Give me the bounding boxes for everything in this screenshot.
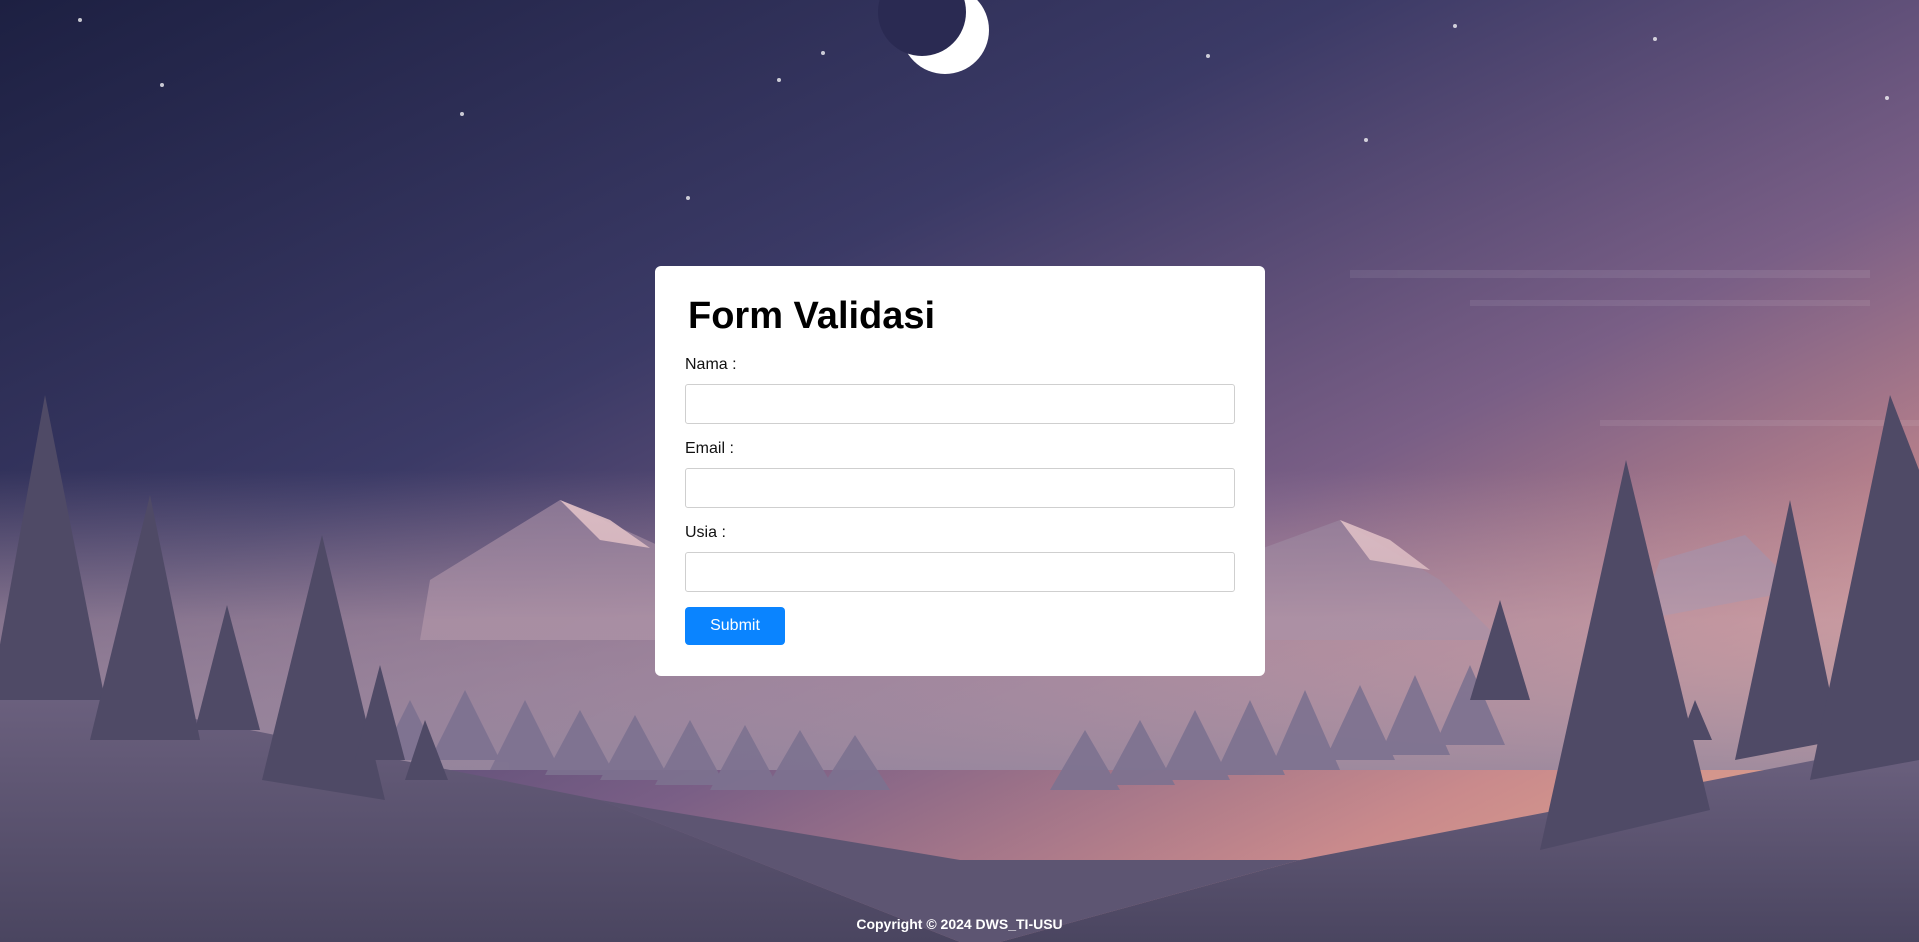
email-label: Email : xyxy=(685,440,734,457)
age-input[interactable] xyxy=(685,552,1235,592)
validation-form-card: Form Validasi Nama : Email : Usia : Subm… xyxy=(655,266,1265,676)
name-input[interactable] xyxy=(685,384,1235,424)
name-label: Nama : xyxy=(685,356,737,373)
email-input[interactable] xyxy=(685,468,1235,508)
footer-copyright: Copyright © 2024 DWS_TI-USU xyxy=(856,916,1063,932)
submit-button[interactable]: Submit xyxy=(685,607,785,645)
age-label: Usia : xyxy=(685,524,726,541)
form-title: Form Validasi xyxy=(688,295,936,337)
